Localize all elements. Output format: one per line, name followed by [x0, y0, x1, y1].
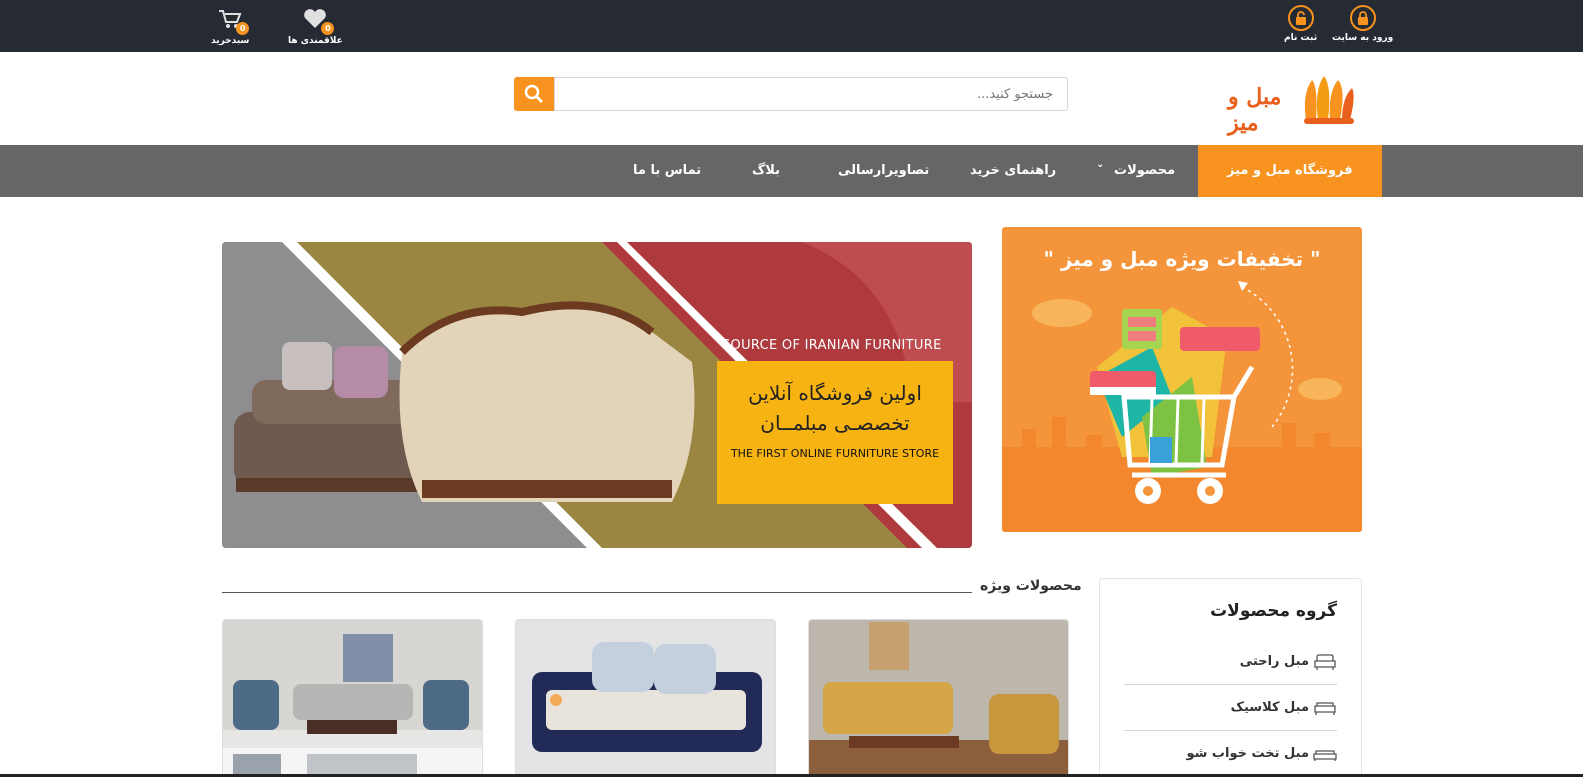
nav-item-blog[interactable]: بلاگ — [752, 145, 780, 197]
product-image — [809, 620, 1068, 776]
nav-item-sent-images[interactable]: تصاویرارسالی — [838, 145, 929, 197]
nav-item-label: بلاگ — [752, 163, 781, 178]
sofa-bed-icon — [1313, 749, 1337, 761]
hero-slider[interactable]: SOURCE OF IRANIAN FURNITURE اولین فروشگا… — [222, 242, 972, 548]
nav-item-label: تصاویرارسالی — [838, 163, 930, 178]
sidebar-item-classic-sofa[interactable]: مبل کلاسیک — [1126, 685, 1337, 730]
slider-line2: تخصصـی مبلمــان — [760, 411, 910, 435]
nav-item-buying-guide[interactable]: راهنمای خرید — [970, 145, 1056, 197]
wishlist-link[interactable]: 0 علاقمندی ها — [288, 5, 343, 46]
product-card[interactable] — [222, 619, 483, 777]
sidebar-title: گروه محصولات — [1210, 601, 1337, 621]
wishlist-label: علاقمندی ها — [288, 36, 343, 46]
featured-products-title: محصولات ویژه — [980, 578, 1082, 594]
register-label: ثبت نام — [1284, 33, 1318, 43]
site-logo[interactable]: مبل و میز — [1228, 74, 1356, 136]
main-nav: فروشگاه مبل و میز محصولات ⌄ راهنمای خرید… — [0, 145, 1583, 197]
featured-divider — [222, 592, 972, 593]
cart-label: سبدخرید — [211, 36, 250, 46]
slider-source-text: SOURCE OF IRANIAN FURNITURE — [722, 338, 942, 353]
sidebar-item-label: مبل راحتی — [1239, 654, 1309, 669]
register-link[interactable]: ثبت نام — [1284, 5, 1317, 43]
heart-icon: 0 — [302, 9, 335, 35]
nav-item-label: تماس با ما — [633, 163, 702, 178]
nav-item-store[interactable]: فروشگاه مبل و میز — [1198, 145, 1382, 197]
sidebar-item-comfort-sofa[interactable]: مبل راحتی — [1126, 639, 1337, 684]
sidebar-item-label: مبل تخت خواب شو — [1186, 746, 1309, 761]
product-card[interactable] — [515, 619, 776, 777]
search-button[interactable] — [514, 77, 554, 111]
product-image — [516, 620, 775, 776]
slider-line1: اولین فروشگاه آنلاین — [748, 381, 922, 405]
armchair-icon — [1314, 653, 1336, 670]
sidebar-item-sofa-bed[interactable]: مبل تخت خواب شو — [1126, 731, 1337, 776]
login-link[interactable]: ورود به سایت — [1332, 5, 1393, 43]
nav-item-label: محصولات — [1114, 163, 1176, 178]
discount-promo-banner[interactable]: " تخفیفات ویژه مبل و میز " — [1002, 227, 1362, 532]
wishlist-count-badge: 0 — [321, 22, 335, 35]
slider-caption-box: اولین فروشگاه آنلاین تخصصـی مبلمــان THE… — [717, 361, 953, 504]
logo-text: مبل و میز — [1228, 84, 1282, 136]
search-input[interactable] — [554, 77, 1068, 111]
sidebar-item-label: مبل کلاسیک — [1230, 700, 1309, 715]
nav-item-products[interactable]: محصولات ⌄ — [1096, 145, 1176, 197]
product-card[interactable] — [808, 619, 1069, 777]
product-groups-sidebar: گروه محصولات مبل راحتی مبل کلاسیک مبل تخ… — [1099, 578, 1362, 777]
slider-english-text: THE FIRST ONLINE FURNITURE STORE — [730, 447, 940, 460]
chevron-down-icon: ⌄ — [1096, 159, 1105, 170]
sofa-icon — [1314, 701, 1336, 715]
lock-icon — [1349, 5, 1376, 31]
login-label: ورود به سایت — [1332, 33, 1394, 43]
shopping-cart-illustration — [1002, 281, 1362, 532]
cart-link[interactable]: 0 سبدخرید — [211, 5, 249, 46]
nav-item-label: فروشگاه مبل و میز — [1227, 163, 1353, 178]
nav-item-label: راهنمای خرید — [970, 163, 1057, 178]
search-icon — [524, 84, 543, 103]
cart-count-badge: 0 — [236, 22, 250, 35]
cart-icon: 0 — [217, 9, 250, 35]
unlock-icon — [1287, 5, 1314, 31]
nav-item-contact[interactable]: تماس با ما — [633, 145, 701, 197]
top-bar: ورود به سایت ثبت نام 0 علاقمندی ها 0 سبد… — [0, 0, 1583, 52]
product-image — [223, 620, 482, 776]
